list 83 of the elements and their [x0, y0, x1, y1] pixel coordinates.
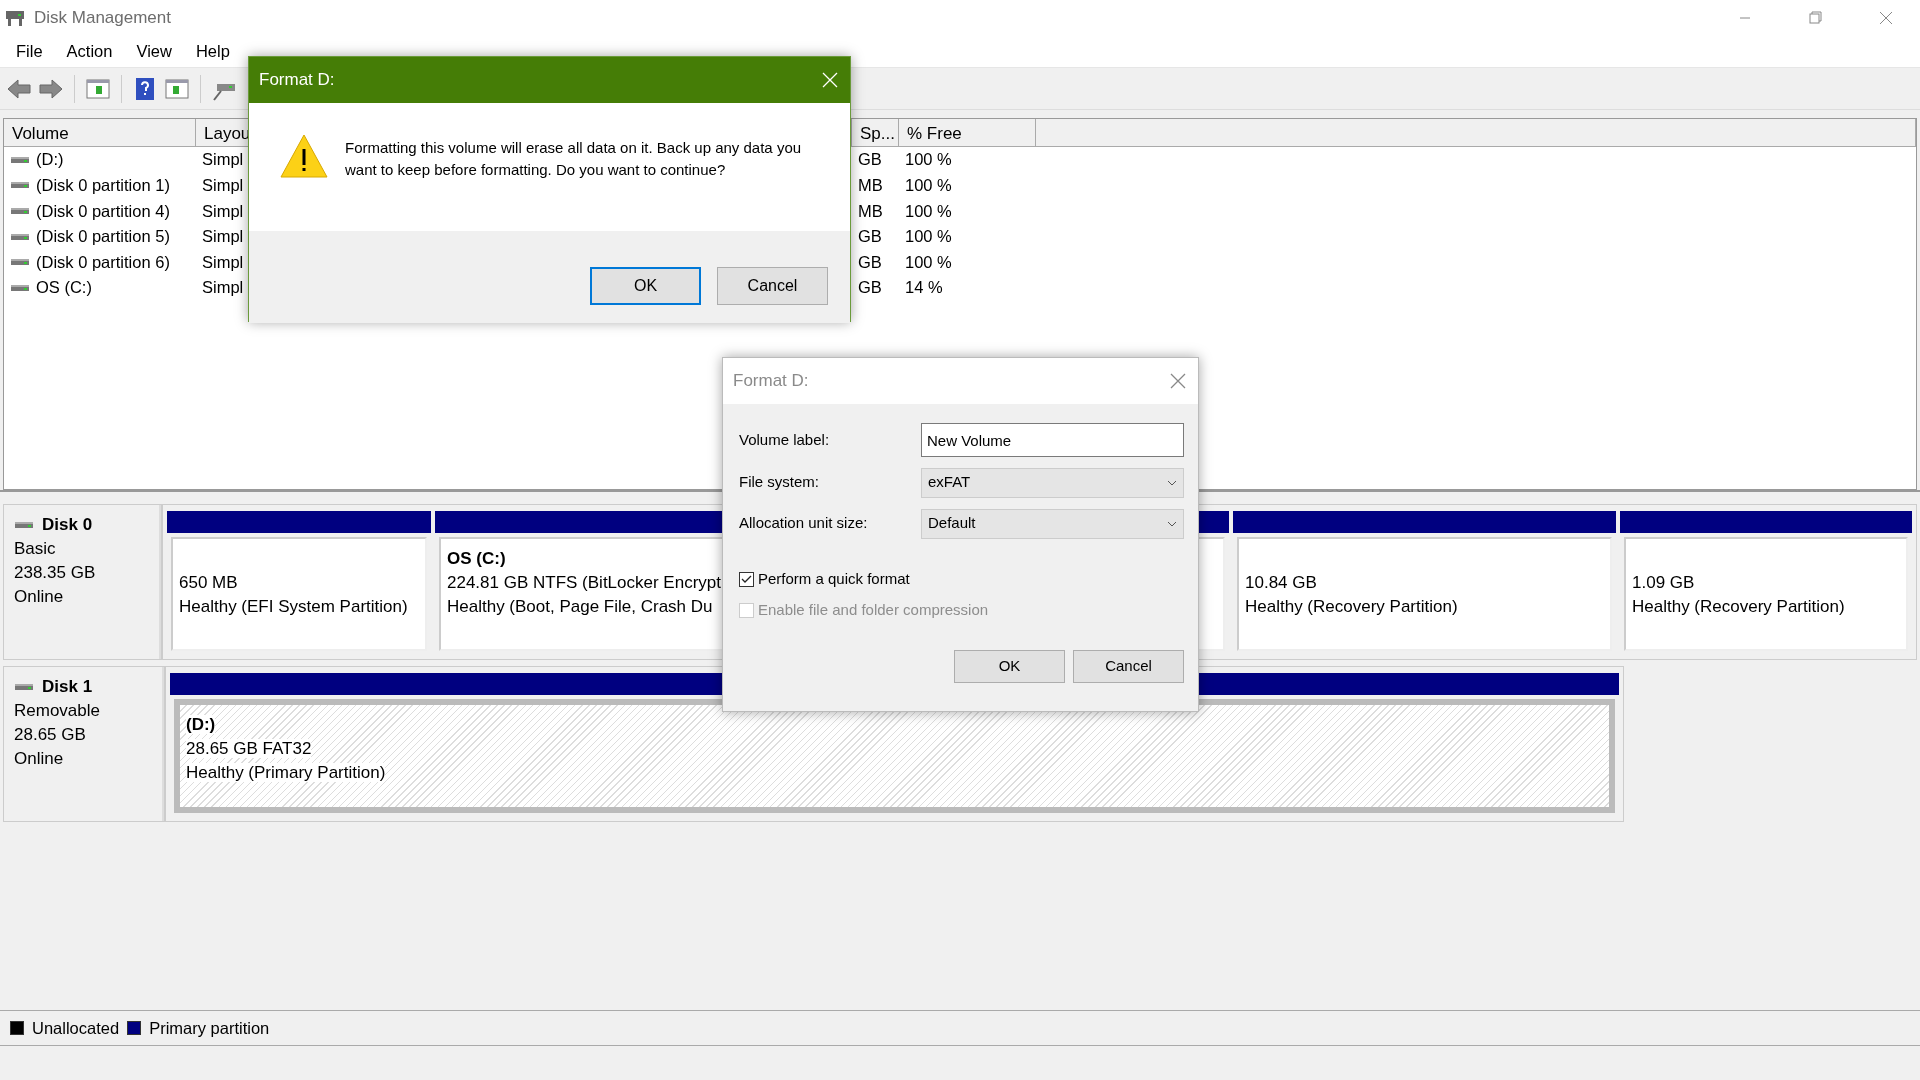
close-icon[interactable]: [820, 70, 840, 90]
dialog-button[interactable]: Cancel: [717, 267, 828, 305]
dropdown[interactable]: exFAT: [921, 467, 1184, 498]
table-cell-text: 100 %: [905, 200, 952, 222]
dialog-message: Formatting this volume will erase all data on it. Back up any data you want to keep before formatting. Do you want to continue?: [345, 138, 803, 180]
partition-size: 10.84 GB: [1245, 573, 1317, 592]
table-cell-text: GB: [858, 149, 882, 171]
table-cell-text: Simpl: [202, 200, 244, 222]
partition[interactable]: 10.84 GB Healthy (Recovery Partition): [1237, 537, 1612, 651]
check-icon: [741, 575, 752, 584]
table-cell-text: GB: [858, 226, 882, 248]
chevron-down-icon: [1167, 520, 1177, 527]
partition[interactable]: (D:) 28.65 GB FAT32 Healthy (Primary Partition): [174, 699, 1615, 813]
table-cell-text: 100 %: [905, 149, 952, 171]
table-cell-text: 100 %: [905, 226, 952, 248]
partition[interactable]: 650 MB Healthy (EFI System Partition): [171, 537, 427, 651]
disk-type: Removable: [14, 700, 101, 722]
field-label: Allocation unit size:: [739, 513, 868, 534]
disk-size: 238.35 GB: [14, 562, 97, 584]
menu-item[interactable]: File: [4, 37, 55, 66]
dialog-button[interactable]: OK: [954, 650, 1065, 683]
volume-label-field[interactable]: New Volume: [921, 423, 1184, 457]
dialog-button[interactable]: Cancel: [1073, 650, 1184, 683]
table-cell-text: Simpl: [202, 251, 244, 273]
dropdown[interactable]: Default: [921, 508, 1184, 539]
disk-name: Disk 0: [42, 514, 93, 536]
table-cell-text: Simpl: [202, 226, 244, 248]
dialog-title: Format D:: [733, 370, 809, 393]
table-cell-text: OS (C:): [36, 277, 92, 299]
menu-item[interactable]: View: [124, 37, 184, 66]
table-cell-text: GB: [858, 277, 882, 299]
dialog-button[interactable]: OK: [590, 267, 701, 305]
disk-name: Disk 1: [42, 676, 93, 698]
partition-size: 1.09 GB: [1632, 573, 1695, 592]
table-cell-text: 100 %: [905, 175, 952, 196]
checkbox-label: Enable file and folder compression: [758, 600, 989, 621]
table-cell-text: Simpl: [202, 149, 244, 171]
dialog-title: Format D:: [259, 69, 335, 92]
close-icon[interactable]: [1168, 371, 1188, 391]
partition-name: OS (C:): [447, 549, 506, 568]
table-cell-text: 100 %: [905, 251, 952, 273]
field-label: Volume label:: [739, 429, 830, 450]
disk-size: 28.65 GB: [14, 724, 87, 746]
legend-label: Unallocated: [32, 1017, 120, 1039]
partition-size: 28.65 GB FAT32: [186, 739, 312, 758]
disk-status: Online: [14, 748, 65, 770]
menu-item[interactable]: Action: [54, 37, 125, 66]
checkbox-label: Perform a quick format: [758, 569, 910, 590]
table-cell-text: (Disk 0 partition 1): [36, 175, 170, 196]
table-cell-text: GB: [858, 251, 882, 273]
column-header[interactable]: [1036, 119, 1916, 147]
table-cell-text: (Disk 0 partition 4): [36, 200, 170, 222]
checkbox[interactable]: [739, 572, 754, 587]
disk-info-panel[interactable]: Disk 1 Removable 28.65 GB Online: [3, 666, 165, 822]
partition-status: Healthy (Recovery Partition): [1245, 597, 1458, 616]
partition-size: 224.81 GB NTFS (BitLocker Encrypt: [447, 573, 721, 592]
table-cell-text: (Disk 0 partition 5): [36, 226, 170, 248]
chevron-down-icon: [1167, 479, 1177, 486]
disk-status: Online: [14, 586, 65, 608]
table-cell-text: MB: [858, 175, 883, 196]
partition-status: Healthy (Recovery Partition): [1632, 597, 1845, 616]
legend-label: Primary partition: [149, 1017, 270, 1039]
field-label: File system:: [739, 472, 819, 493]
partition-size: 650 MB: [179, 573, 238, 592]
table-cell-text: Simpl: [202, 277, 244, 299]
column-header[interactable]: Sp...: [852, 119, 899, 147]
window-title: Disk Management: [34, 7, 171, 30]
column-header[interactable]: % Free: [899, 119, 1036, 147]
partition-name: (D:): [186, 715, 216, 734]
partition-status: Healthy (Boot, Page File, Crash Du: [447, 597, 713, 616]
table-cell-text: 14 %: [905, 277, 943, 299]
table-cell-text: MB: [858, 200, 883, 222]
disk-type: Basic: [14, 538, 57, 560]
partition-status: Healthy (Primary Partition): [186, 763, 386, 782]
partition-status: Healthy (EFI System Partition): [179, 597, 408, 616]
table-cell-text: Simpl: [202, 175, 244, 196]
partition[interactable]: 1.09 GB Healthy (Recovery Partition): [1624, 537, 1908, 651]
table-cell-text: (Disk 0 partition 6): [36, 251, 170, 273]
warning-icon: [279, 133, 329, 179]
table-cell-text: (D:): [36, 149, 64, 171]
disk-info-panel[interactable]: Disk 0 Basic 238.35 GB Online: [3, 504, 162, 660]
menu-item[interactable]: Help: [183, 37, 242, 66]
column-header[interactable]: Volume: [4, 119, 196, 147]
